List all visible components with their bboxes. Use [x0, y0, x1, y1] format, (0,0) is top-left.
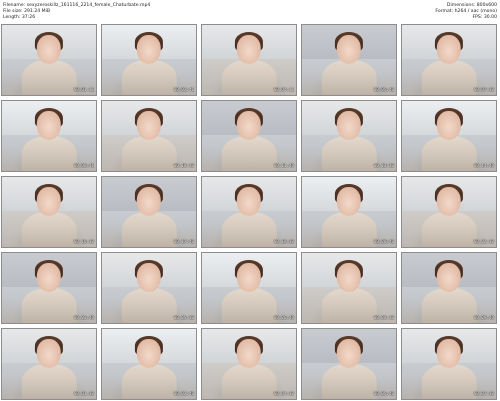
thumbnail-figure-body: [221, 288, 277, 323]
thumbnail-timestamp: 00:08:41: [73, 163, 94, 169]
thumbnail-figure-body: [421, 212, 477, 247]
thumbnail-figure-body: [221, 136, 277, 171]
thumbnail[interactable]: 00:13:10: [301, 100, 397, 172]
thumbnail-timestamp: 00:01:11: [73, 87, 94, 93]
fps-label: FPS:: [472, 15, 483, 21]
thumbnail-timestamp: 00:02:41: [173, 87, 194, 93]
thumbnail[interactable]: 00:19:10: [201, 176, 297, 248]
sheet-header: Filename: sexyzeroskillz_161116_2214_fem…: [0, 0, 500, 24]
thumbnail-figure-body: [21, 364, 77, 399]
thumbnail[interactable]: 00:11:40: [201, 100, 297, 172]
thumbnail[interactable]: 00:35:40: [301, 328, 397, 400]
thumbnail-figure-body: [321, 288, 377, 323]
thumbnail-timestamp: 00:37:10: [473, 391, 494, 397]
thumbnail[interactable]: 00:01:11: [1, 24, 97, 96]
thumbnail-grid: 00:01:11 00:02:41 00:04:11 00:05:40 00:07:10…: [1, 24, 499, 400]
format-label: Format:: [435, 9, 454, 15]
length-value: 37:26: [21, 15, 36, 21]
thumbnail[interactable]: 00:26:40: [201, 252, 297, 324]
thumbnail-timestamp: 00:25:10: [173, 315, 194, 321]
thumbnail-timestamp: 00:22:10: [473, 239, 494, 245]
thumbnail[interactable]: 00:07:10: [401, 24, 497, 96]
length-row: Length: 37:26: [3, 15, 150, 21]
thumbnail-figure-body: [321, 364, 377, 399]
thumbnail[interactable]: 00:23:40: [1, 252, 97, 324]
thumbnail-figure-body: [121, 60, 177, 95]
thumbnail-timestamp: 00:13:10: [373, 163, 394, 169]
thumbnail-timestamp: 00:26:40: [273, 315, 294, 321]
metadata-right: Dimensions: 800x600 Format: h264 / aac (…: [435, 3, 497, 22]
thumbnail-figure-body: [321, 136, 377, 171]
thumbnail-figure-body: [121, 288, 177, 323]
contact-sheet: Filename: sexyzeroskillz_161116_2214_fem…: [0, 0, 500, 401]
thumbnail[interactable]: 00:29:40: [401, 252, 497, 324]
thumbnail-timestamp: 00:10:10: [173, 163, 194, 169]
thumbnail-timestamp: 00:17:40: [173, 239, 194, 245]
dimensions-label: Dimensions:: [446, 3, 476, 8]
thumbnail-timestamp: 00:34:10: [273, 391, 294, 397]
thumbnail[interactable]: 00:17:40: [101, 176, 197, 248]
thumbnail-figure-body: [421, 136, 477, 171]
thumbnail[interactable]: 00:22:10: [401, 176, 497, 248]
dimensions-value: 800x600: [476, 3, 497, 8]
fps-value: 30.00: [483, 15, 497, 21]
thumbnail[interactable]: 00:37:10: [401, 328, 497, 400]
thumbnail-timestamp: 00:23:40: [73, 315, 94, 321]
thumbnail-figure-body: [421, 364, 477, 399]
thumbnail[interactable]: 00:14:40: [401, 100, 497, 172]
thumbnail-figure-body: [21, 212, 77, 247]
thumbnail-timestamp: 00:11:40: [273, 163, 294, 169]
thumbnail-figure-body: [321, 212, 377, 247]
thumbnail-timestamp: 00:04:11: [273, 87, 294, 93]
thumbnail-timestamp: 00:07:10: [473, 87, 494, 93]
thumbnail-timestamp: 00:35:40: [373, 391, 394, 397]
thumbnail-figure-body: [21, 60, 77, 95]
thumbnail-figure-body: [421, 60, 477, 95]
thumbnail[interactable]: 00:31:10: [1, 328, 97, 400]
filename-value: sexyzeroskillz_161116_2214_female_Chatur…: [26, 3, 151, 8]
thumbnail-figure-body: [121, 136, 177, 171]
metadata-left: Filename: sexyzeroskillz_161116_2214_fem…: [3, 3, 150, 22]
thumbnail[interactable]: 00:28:10: [301, 252, 397, 324]
thumbnail-timestamp: 00:31:10: [73, 391, 94, 397]
thumbnail-timestamp: 00:14:40: [473, 163, 494, 169]
thumbnail-figure-body: [121, 364, 177, 399]
thumbnail-figure-body: [121, 212, 177, 247]
thumbnail-timestamp: 00:05:40: [373, 87, 394, 93]
format-value: h264 / aac (mono): [454, 9, 497, 15]
thumbnail-figure-body: [221, 60, 277, 95]
thumbnail-figure-body: [221, 364, 277, 399]
thumbnail[interactable]: 00:25:10: [101, 252, 197, 324]
fps-row: FPS: 30.00: [435, 15, 497, 21]
thumbnail[interactable]: 00:20:40: [301, 176, 397, 248]
thumbnail[interactable]: 00:16:10: [1, 176, 97, 248]
filesize-label: File size:: [3, 9, 23, 15]
thumbnail[interactable]: 00:08:41: [1, 100, 97, 172]
length-label: Length:: [3, 15, 21, 21]
thumbnail-timestamp: 00:19:10: [273, 239, 294, 245]
thumbnail[interactable]: 00:04:11: [201, 24, 297, 96]
filename-label: Filename:: [3, 3, 26, 8]
thumbnail-figure-body: [21, 288, 77, 323]
filesize-value: 291.24 MiB: [24, 9, 51, 15]
thumbnail[interactable]: 00:34:10: [201, 328, 297, 400]
thumbnail-timestamp: 00:20:40: [373, 239, 394, 245]
thumbnail-figure-body: [21, 136, 77, 171]
thumbnail[interactable]: 00:02:41: [101, 24, 197, 96]
thumbnail-timestamp: 00:29:40: [473, 315, 494, 321]
thumbnail-timestamp: 00:16:10: [73, 239, 94, 245]
thumbnail[interactable]: 00:32:40: [101, 328, 197, 400]
thumbnail-figure-body: [321, 60, 377, 95]
thumbnail-figure-body: [421, 288, 477, 323]
thumbnail[interactable]: 00:10:10: [101, 100, 197, 172]
thumbnail-timestamp: 00:28:10: [373, 315, 394, 321]
thumbnail-figure-body: [221, 212, 277, 247]
thumbnail-timestamp: 00:32:40: [173, 391, 194, 397]
thumbnail[interactable]: 00:05:40: [301, 24, 397, 96]
